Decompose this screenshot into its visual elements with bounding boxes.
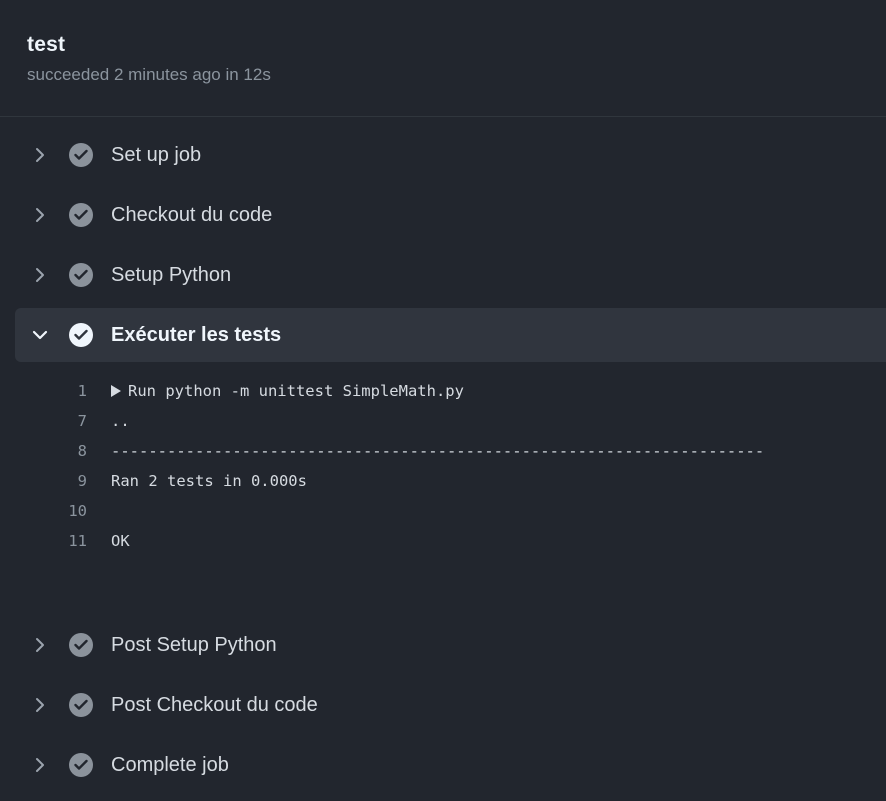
log-line: 8 --------------------------------------… — [15, 436, 886, 466]
log-text: ----------------------------------------… — [111, 442, 765, 460]
check-circle-icon — [69, 633, 93, 657]
step-label: Set up job — [111, 144, 202, 166]
log-text: Run python -m unittest SimpleMath.py — [128, 382, 464, 400]
log-line: 9 Ran 2 tests in 0.000s — [15, 466, 886, 496]
step-log: 1 Run python -m unittest SimpleMath.py 7… — [15, 376, 886, 610]
log-line: 10 — [15, 496, 886, 526]
step-post-checkout-du-code[interactable]: Post Checkout du code — [15, 678, 886, 732]
step-label: Checkout du code — [111, 204, 273, 226]
step-post-setup-python[interactable]: Post Setup Python — [15, 618, 886, 672]
chevron-right-icon — [32, 635, 48, 655]
line-number[interactable]: 11 — [50, 526, 87, 556]
check-circle-icon — [69, 263, 93, 287]
job-status: succeeded 2 minutes ago in 12s — [27, 65, 271, 84]
chevron-right-icon — [32, 145, 48, 165]
check-circle-icon — [69, 203, 93, 227]
job-header: test succeeded 2 minutes ago in 12s — [0, 0, 886, 117]
step-label: Post Checkout du code — [111, 694, 318, 716]
log-text: OK — [111, 532, 130, 550]
chevron-right-icon — [32, 205, 48, 225]
log-text: .. — [111, 412, 130, 430]
step-complete-job[interactable]: Complete job — [15, 738, 886, 792]
log-text: Ran 2 tests in 0.000s — [111, 472, 307, 490]
log-line: 1 Run python -m unittest SimpleMath.py — [15, 376, 886, 406]
step-setup-python[interactable]: Setup Python — [15, 248, 886, 302]
check-circle-icon — [69, 693, 93, 717]
chevron-right-icon — [32, 755, 48, 775]
job-title: test — [27, 33, 66, 56]
step-set-up-job[interactable]: Set up job — [15, 128, 886, 182]
step-label: Post Setup Python — [111, 634, 277, 656]
step-label: Complete job — [111, 754, 229, 776]
check-circle-icon — [69, 753, 93, 777]
step-label: Exécuter les tests — [111, 324, 282, 346]
check-circle-icon — [69, 323, 93, 347]
line-number[interactable]: 7 — [50, 406, 87, 436]
log-line: 7 .. — [15, 406, 886, 436]
chevron-right-icon — [32, 695, 48, 715]
triangle-right-icon — [111, 385, 121, 397]
line-number[interactable]: 8 — [50, 436, 87, 466]
chevron-down-icon — [32, 325, 48, 345]
log-line: 11 OK — [15, 526, 886, 556]
step-executer-les-tests[interactable]: Exécuter les tests — [15, 308, 886, 362]
line-number[interactable]: 9 — [50, 466, 87, 496]
line-number[interactable]: 10 — [50, 496, 87, 526]
steps-list: Set up job Checkout du code Setup Python… — [15, 128, 886, 798]
chevron-right-icon — [32, 265, 48, 285]
check-circle-icon — [69, 143, 93, 167]
step-checkout-du-code[interactable]: Checkout du code — [15, 188, 886, 242]
line-number[interactable]: 1 — [50, 376, 87, 406]
step-label: Setup Python — [111, 264, 232, 286]
log-group-toggle[interactable]: Run python -m unittest SimpleMath.py — [111, 376, 464, 406]
